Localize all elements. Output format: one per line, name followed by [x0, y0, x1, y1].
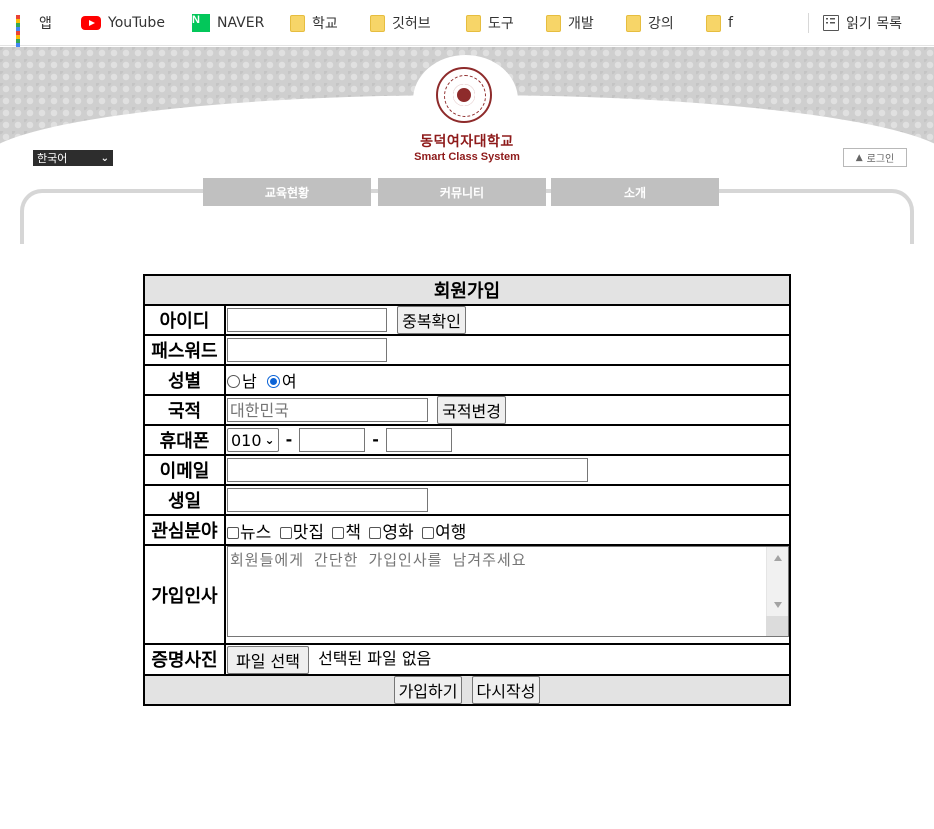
phone-middle-input[interactable]: [299, 428, 366, 452]
bookmark-folder-f[interactable]: f: [706, 12, 733, 34]
gender-male-label: 남: [242, 372, 257, 391]
interest-news-label: 뉴스: [240, 522, 272, 543]
bookmark-folder-tools[interactable]: 도구: [466, 12, 514, 34]
bookmark-folder-lecture[interactable]: 강의: [626, 12, 674, 34]
form-title: 회원가입: [143, 274, 791, 306]
chevron-down-icon: ⌄: [264, 433, 275, 447]
folder-icon: [706, 14, 721, 32]
user-icon: ▲: [855, 152, 863, 163]
signup-form: 회원가입 아이디 중복확인 패스워드 성별 남 여 국적 국적변경 휴대폰 01…: [143, 274, 791, 706]
label-birthday: 생일: [143, 484, 226, 516]
bookmark-label: 도구: [488, 16, 514, 32]
bookmark-label: f: [728, 15, 733, 31]
university-name[interactable]: 동덕여자대학교: [405, 131, 529, 151]
bookmark-apps[interactable]: 앱: [16, 12, 52, 51]
reading-list-button[interactable]: 읽기 목록: [823, 12, 902, 34]
gender-male-radio[interactable]: [227, 375, 240, 388]
greeting-textarea[interactable]: 회원들에게 간단한 가입인사를 남겨주세요: [227, 546, 789, 637]
chevron-down-icon: ⌄: [100, 152, 109, 164]
label-greeting: 가입인사: [143, 544, 226, 645]
naver-icon: N: [192, 14, 210, 32]
label-photo: 증명사진: [143, 643, 226, 676]
bookmark-label: 개발: [568, 16, 594, 32]
label-email: 이메일: [143, 454, 226, 486]
interest-travel-checkbox[interactable]: [422, 526, 435, 539]
bookmarks-divider: [808, 13, 809, 33]
label-password: 패스워드: [143, 334, 226, 366]
interest-movies-checkbox[interactable]: [369, 526, 382, 539]
bookmarks-bar: 앱 YouTube N NAVER 학교 깃허브 도구 개발 강의 f 읽기 목…: [0, 0, 934, 51]
folder-icon: [290, 14, 305, 32]
youtube-icon: [81, 16, 101, 30]
nav-tab-about[interactable]: 소개: [551, 178, 719, 206]
nationality-input[interactable]: [227, 398, 428, 422]
change-nationality-button[interactable]: 국적변경: [437, 396, 506, 424]
resize-grip-icon[interactable]: [766, 616, 788, 636]
submit-button[interactable]: 가입하기: [393, 675, 463, 704]
bookmark-naver[interactable]: N NAVER: [192, 12, 264, 34]
label-id: 아이디: [143, 304, 226, 336]
textarea-scrollbar[interactable]: [766, 547, 788, 636]
folder-icon: [370, 14, 385, 32]
folder-icon: [546, 14, 561, 32]
bookmark-folder-school[interactable]: 학교: [290, 12, 338, 34]
site-header: 동덕여자대학교 Smart Class System 한국어 ⌄ ▲ 로그인 교…: [0, 47, 934, 244]
folder-icon: [466, 14, 481, 32]
label-gender: 성별: [143, 364, 226, 396]
id-input[interactable]: [227, 308, 387, 332]
label-nationality: 국적: [143, 394, 226, 426]
interest-travel-label: 여행: [435, 522, 467, 543]
bookmark-label: 학교: [312, 16, 338, 32]
login-button[interactable]: ▲ 로그인: [843, 148, 907, 167]
bookmark-label: NAVER: [217, 15, 265, 31]
bookmark-folder-github[interactable]: 깃허브: [370, 12, 431, 34]
apps-grid-icon: [16, 15, 32, 51]
university-seal-icon[interactable]: [436, 67, 492, 123]
label-interests: 관심분야: [143, 514, 226, 546]
gender-female-label: 여: [281, 372, 297, 391]
nav-tab-community[interactable]: 커뮤니티: [378, 178, 546, 206]
bookmark-label: 강의: [648, 16, 674, 32]
email-input[interactable]: [227, 458, 588, 482]
system-name: Smart Class System: [414, 151, 520, 163]
bookmark-label: YouTube: [108, 15, 165, 31]
language-value: 한국어: [37, 152, 68, 165]
interest-food-checkbox[interactable]: [279, 526, 292, 539]
scroll-up-icon[interactable]: [774, 555, 782, 561]
folder-icon: [626, 14, 641, 32]
nav-tab-education[interactable]: 교육현황: [203, 178, 371, 206]
reading-list-label: 읽기 목록: [846, 16, 902, 32]
label-phone: 휴대폰: [143, 424, 226, 456]
bookmark-folder-dev[interactable]: 개발: [546, 12, 594, 34]
birthday-input[interactable]: [227, 488, 428, 512]
scroll-down-icon[interactable]: [774, 602, 782, 608]
gender-female-radio[interactable]: [266, 375, 280, 388]
duplicate-check-button[interactable]: 중복확인: [397, 306, 466, 334]
bookmark-youtube[interactable]: YouTube: [81, 12, 165, 34]
password-input[interactable]: [227, 338, 387, 362]
reading-list-icon: [823, 15, 839, 31]
phone-separator: -: [285, 429, 293, 449]
login-label: 로그인: [866, 154, 895, 165]
interest-movies-label: 영화: [382, 522, 414, 543]
phone-separator: -: [372, 429, 379, 449]
greeting-placeholder: 회원들에게 간단한 가입인사를 남겨주세요: [230, 551, 527, 569]
phone-last-input[interactable]: [385, 428, 452, 452]
file-status: 선택된 파일 없음: [318, 649, 432, 668]
reset-button[interactable]: 다시작성: [471, 675, 541, 704]
language-select[interactable]: 한국어 ⌄: [33, 150, 113, 166]
phone-prefix-value: 010: [231, 430, 262, 450]
interest-books-checkbox[interactable]: [332, 526, 345, 539]
file-select-button[interactable]: 파일 선택: [227, 645, 309, 674]
bookmark-label: 앱: [39, 16, 52, 32]
interest-food-label: 맛집: [292, 522, 324, 543]
interest-news-checkbox[interactable]: [227, 526, 239, 539]
interest-books-label: 책: [345, 522, 362, 543]
phone-prefix-select[interactable]: 010 ⌄: [227, 428, 279, 452]
bookmark-label: 깃허브: [392, 16, 431, 32]
